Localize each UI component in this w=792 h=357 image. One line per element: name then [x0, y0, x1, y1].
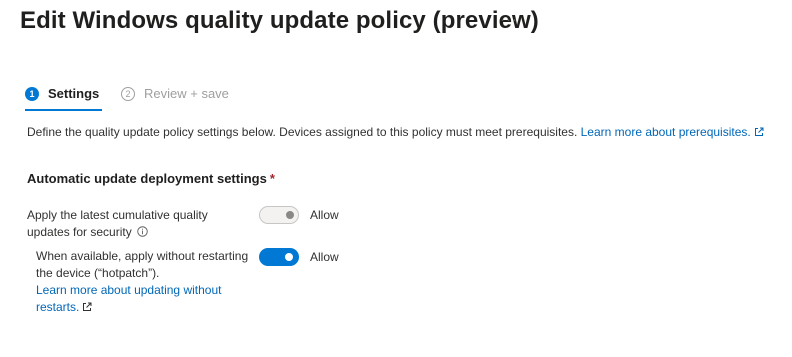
external-link-icon [754, 127, 764, 136]
setting-hotpatch-label: When available, apply without restarting… [36, 248, 256, 316]
required-marker: * [269, 171, 275, 186]
step-settings-underline [25, 109, 102, 111]
setting-hotpatch-text: When available, apply without restarting… [36, 249, 249, 280]
step-settings[interactable]: 1 Settings [25, 86, 99, 101]
page-title: Edit Windows quality update policy (prev… [20, 7, 539, 34]
policy-description: Define the quality update policy setting… [27, 124, 767, 141]
learn-more-hotpatch-text: Learn more about updating without restar… [36, 283, 222, 314]
hotpatch-toggle[interactable] [259, 248, 299, 266]
learn-more-prerequisites-link[interactable]: Learn more about prerequisites. [581, 125, 764, 139]
setting-cumulative-updates-label: Apply the latest cumulative quality upda… [27, 207, 242, 241]
hotpatch-toggle-text: Allow [310, 250, 339, 264]
setting-cumulative-updates-text: Apply the latest cumulative quality upda… [27, 208, 208, 239]
external-link-icon [83, 302, 92, 311]
info-icon[interactable] [136, 226, 148, 237]
section-heading-text: Automatic update deployment settings [27, 171, 267, 186]
step-label-review-save: Review + save [144, 86, 229, 101]
more-options-button[interactable]: ··· [500, 11, 518, 28]
toggle-knob [286, 211, 294, 219]
step-number-1: 1 [25, 86, 39, 101]
learn-more-prerequisites-text: Learn more about prerequisites. [580, 125, 751, 139]
description-text: Define the quality update policy setting… [27, 125, 581, 139]
step-review-save[interactable]: 2 Review + save [121, 86, 229, 101]
step-number-2: 2 [121, 86, 135, 101]
section-heading: Automatic update deployment settings * [27, 171, 275, 186]
toggle-knob [285, 253, 293, 261]
cumulative-updates-toggle-text: Allow [310, 208, 339, 222]
learn-more-hotpatch-link[interactable]: Learn more about updating without restar… [36, 283, 221, 314]
step-label-settings: Settings [48, 86, 100, 101]
cumulative-updates-toggle[interactable] [259, 206, 299, 224]
